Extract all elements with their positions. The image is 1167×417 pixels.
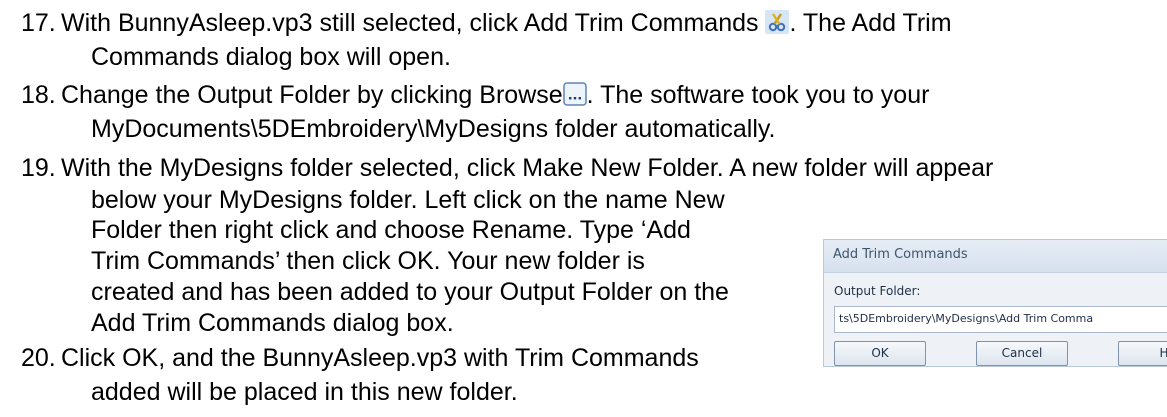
step-text: MyDocuments\5DEmbroidery\MyDesigns folde… [91, 115, 776, 143]
scissors-icon [765, 10, 790, 41]
cancel-button[interactable]: Cancel [976, 341, 1068, 366]
step-text: created and has been added to your Outpu… [91, 278, 729, 306]
step-text: Add Trim Commands dialog box. [91, 309, 454, 337]
step-text: Commands dialog box will open. [91, 43, 451, 71]
step-text-part: With BunnyAsleep.vp3 still selected, cli… [61, 9, 759, 37]
ok-button[interactable]: OK [834, 341, 926, 366]
output-folder-field[interactable]: ts\5DEmbroidery\MyDesigns\Add Trim Comma [834, 306, 1167, 333]
step-text: With the MyDesigns folder selected, clic… [61, 154, 994, 182]
step-text: below your MyDesigns folder. Left click … [91, 186, 725, 214]
step-text-part: Change the Output Folder by clicking Bro… [61, 81, 563, 109]
step-text: With BunnyAsleep.vp3 still selected, cli… [61, 8, 952, 41]
dialog-title: Add Trim Commands [824, 240, 1167, 273]
step-text: Change the Output Folder by clicking Bro… [61, 80, 929, 113]
step-number: 18. [21, 81, 56, 109]
step-text-part: . The Add Trim [789, 9, 952, 37]
step-number: 19. [21, 154, 56, 182]
help-button[interactable]: H [1118, 341, 1167, 366]
step-text: Trim Commands’ then click OK. Your new f… [91, 247, 645, 275]
add-trim-commands-dialog: Add Trim Commands Output Folder: ts\5DEm… [823, 239, 1167, 367]
step-number: 17. [21, 9, 56, 37]
output-folder-label: Output Folder: [834, 284, 921, 298]
step-text: Folder then right click and choose Renam… [91, 216, 691, 244]
step-text: added will be placed in this new folder. [91, 378, 518, 406]
step-text-part: . The software took you to your [586, 81, 930, 109]
step-text: Click OK, and the BunnyAsleep.vp3 with T… [61, 344, 699, 372]
ellipsis-browse-icon [562, 82, 587, 113]
step-number: 20. [21, 344, 56, 372]
